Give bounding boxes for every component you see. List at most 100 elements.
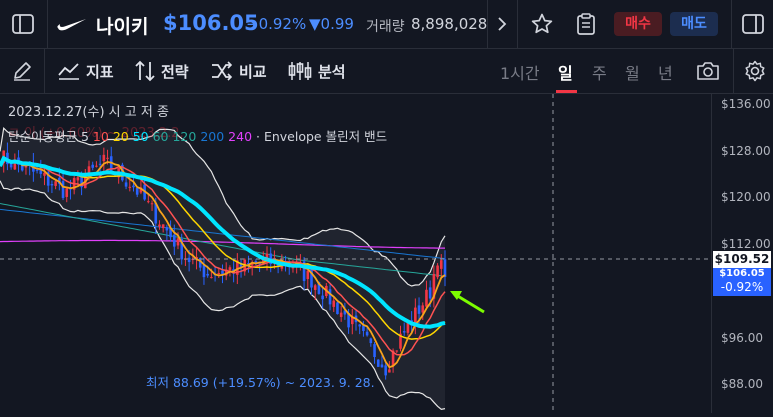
- candle-body: [65, 188, 69, 197]
- candle-body: [165, 227, 169, 231]
- indicators-icon: [58, 63, 79, 80]
- candle-body: [336, 302, 339, 315]
- clipboard-icon[interactable]: [572, 11, 600, 37]
- candle-body: [210, 277, 213, 279]
- timeframe-1h[interactable]: 1시간: [500, 60, 540, 84]
- shuffle-icon: [212, 61, 233, 81]
- candle: [336, 301, 339, 315]
- strategy-button[interactable]: 전략: [134, 58, 189, 84]
- strategy-label: 전략: [161, 62, 189, 81]
- header-divider: [47, 0, 48, 48]
- current-price: $106.05: [163, 11, 259, 35]
- candle-body: [124, 182, 128, 187]
- current-price-tag: $106.05: [713, 268, 771, 279]
- candle-body: [421, 305, 425, 313]
- candle-body: [306, 270, 310, 280]
- candle-body: [328, 289, 332, 305]
- candle-body: [384, 365, 387, 376]
- candle-body: [425, 289, 428, 307]
- camera-icon[interactable]: [695, 58, 721, 84]
- candle-body: [358, 324, 362, 327]
- timeframe-year[interactable]: 년: [658, 60, 673, 84]
- sell-button[interactable]: 매도: [670, 12, 718, 36]
- candle-body: [369, 338, 373, 344]
- candle-body: [95, 165, 98, 167]
- timeframe-month[interactable]: 월: [625, 60, 640, 84]
- ma-legend-10: 10: [92, 129, 109, 144]
- y-tick: $136.00: [721, 97, 771, 111]
- candle-body: [161, 224, 165, 229]
- volume-label: 거래량: [366, 19, 405, 35]
- candle-body: [54, 181, 57, 186]
- candle-body: [365, 331, 369, 336]
- candle-body: [187, 257, 191, 263]
- candle-body: [402, 331, 406, 333]
- candle-body: [50, 184, 54, 186]
- candle-body: [321, 295, 324, 300]
- candle-body: [176, 238, 180, 246]
- indicators-label: 지표: [86, 62, 114, 81]
- candle-body: [102, 154, 106, 162]
- candle-body: [339, 312, 343, 317]
- candle: [376, 359, 380, 367]
- candle-body: [332, 300, 336, 307]
- candle-body: [228, 267, 232, 271]
- candle-body: [395, 350, 399, 352]
- strategy-icon: [135, 60, 155, 82]
- candle-body: [132, 185, 135, 188]
- candle-body: [436, 265, 439, 278]
- header-divider: [731, 0, 732, 48]
- ma-legend-50: 50: [132, 129, 149, 144]
- star-icon[interactable]: [528, 11, 556, 37]
- compare-button[interactable]: 비교: [210, 58, 267, 84]
- candle-body: [61, 181, 65, 198]
- candle-body: [373, 344, 376, 358]
- ma-legend-240: 240: [228, 129, 253, 144]
- candle-body: [380, 364, 384, 368]
- ma-legend-20: 20: [112, 129, 129, 144]
- timeframe-week[interactable]: 주: [592, 60, 607, 84]
- ma-legend-120: 120: [172, 129, 197, 144]
- timeframe-day[interactable]: 일: [558, 60, 573, 84]
- ma-legend[interactable]: 단순이동평균 5 10 20 50 60 120 200 240 · Envel…: [8, 126, 387, 145]
- toolbar-divider: [44, 49, 45, 93]
- y-tick: $96.00: [721, 331, 763, 345]
- candle-body: [202, 264, 206, 278]
- candle-body: [128, 186, 132, 188]
- change-percent: −0.92%: [246, 15, 307, 33]
- chevron-right-icon[interactable]: [494, 14, 510, 34]
- company-name: 나이키: [96, 16, 149, 38]
- indicators-button[interactable]: 지표: [57, 58, 114, 84]
- pencil-draw-icon[interactable]: [10, 59, 34, 83]
- volume-value: 8,898,028: [411, 15, 488, 33]
- candle-body: [217, 273, 221, 275]
- price-axis-border: [711, 94, 712, 413]
- analysis-label: 분석: [318, 62, 346, 81]
- candles-icon: [288, 62, 312, 80]
- candle-body: [91, 164, 95, 168]
- nike-logo-icon: [56, 10, 88, 38]
- candle-body: [313, 285, 317, 290]
- candle-body: [158, 224, 161, 227]
- header-divider: [487, 0, 488, 48]
- candle-body: [362, 325, 365, 331]
- sidebar-toggle-icon[interactable]: [10, 12, 36, 36]
- right-panel-toggle-icon[interactable]: [740, 12, 766, 36]
- gear-icon[interactable]: [742, 58, 768, 84]
- change-absolute: ▼0.99: [309, 15, 354, 33]
- crosshair-price-tag: $109.52: [713, 251, 771, 268]
- candle-body: [35, 169, 39, 171]
- ma-legend-200: 200: [200, 129, 225, 144]
- y-tick: $88.00: [721, 377, 763, 391]
- buy-button[interactable]: 매수: [614, 12, 662, 36]
- analysis-button[interactable]: 분석: [287, 58, 346, 84]
- y-tick: $112.00: [721, 237, 771, 251]
- candle-body: [106, 157, 109, 159]
- bollinger-legend: 볼린저 밴드: [325, 129, 388, 144]
- candle-body: [376, 359, 380, 367]
- ohlc-readout: 2023.12.27(수) 시 고 저 종: [8, 105, 169, 120]
- y-tick: $120.00: [721, 190, 771, 204]
- candle-body: [406, 322, 410, 333]
- change-percent-tag: -0.92%: [713, 279, 771, 296]
- candle-body: [443, 259, 447, 278]
